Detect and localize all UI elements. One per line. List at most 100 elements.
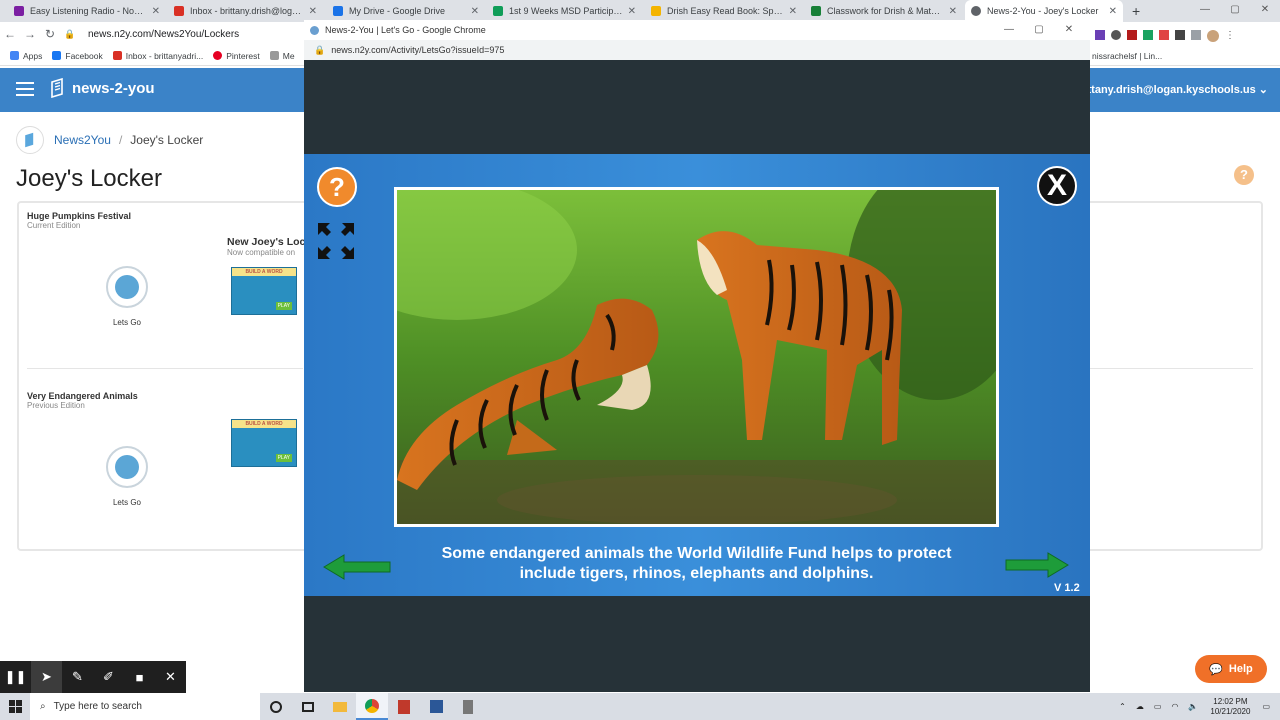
forward-icon[interactable]: → xyxy=(20,27,40,41)
locker-icon xyxy=(115,275,139,299)
task-view-icon[interactable] xyxy=(292,693,324,720)
bookmark-apps[interactable]: Apps xyxy=(10,51,42,61)
highlighter-icon[interactable]: ✐ xyxy=(93,661,124,693)
close-icon[interactable]: ✕ xyxy=(471,6,479,17)
tab-favicon xyxy=(14,6,24,16)
browser-tab-bar: Easy Listening Radio - Now Playi✕ Inbox … xyxy=(0,0,1280,22)
bookmark-linkedin[interactable]: nissrachelsf | Lin... xyxy=(1092,51,1162,61)
edition-subtitle: Current Edition xyxy=(27,221,81,230)
question-help-button[interactable]: ? xyxy=(317,167,357,207)
app-icon[interactable] xyxy=(452,693,484,720)
maximize-icon[interactable]: ▢ xyxy=(1024,20,1054,40)
pen-icon[interactable]: ✎ xyxy=(62,661,93,693)
app-icon[interactable] xyxy=(388,693,420,720)
puzzle-icon[interactable] xyxy=(1175,30,1185,40)
close-icon[interactable]: ✕ xyxy=(152,6,160,17)
extension-icon[interactable] xyxy=(1127,30,1137,40)
site-logo[interactable]: news-2-you xyxy=(50,78,155,98)
clock[interactable]: 12:02 PM 10/21/2020 xyxy=(1210,697,1250,717)
sheets-icon xyxy=(493,6,503,16)
hamburger-menu-icon[interactable] xyxy=(16,82,34,96)
lock-icon: 🔒 xyxy=(314,44,326,55)
onedrive-icon[interactable]: ☁ xyxy=(1136,702,1144,711)
news2you-favicon xyxy=(310,25,319,35)
version-label: V 1.2 xyxy=(1054,582,1080,594)
close-window-icon[interactable]: ✕ xyxy=(1054,20,1084,40)
camera-icon[interactable]: ■ xyxy=(124,661,155,693)
edition-previous: Very Endangered Animals Previous Edition xyxy=(27,391,138,410)
tab-news2you-locker[interactable]: News-2-You - Joey's Locker ✕ xyxy=(965,0,1123,22)
battery-icon[interactable]: ▭ xyxy=(1154,702,1162,711)
build-a-word-game[interactable]: BUILD A WORD PLAY xyxy=(231,419,297,467)
help-chat-button[interactable]: 💬 Help xyxy=(1195,655,1267,683)
pointer-icon[interactable]: ➤ xyxy=(31,661,62,693)
bookmark-pinterest[interactable]: Pinterest xyxy=(213,51,260,61)
cortana-icon[interactable] xyxy=(260,693,292,720)
extension-icon[interactable] xyxy=(1095,30,1105,40)
user-menu[interactable]: brittany.drish@logan.kyschools.us ⌄ xyxy=(1073,83,1268,96)
popup-url-bar: 🔒 news.n2y.com/Activity/LetsGo?issueId=97… xyxy=(304,40,1090,60)
notification-icon[interactable]: ▭ xyxy=(1262,702,1270,711)
pause-icon[interactable]: ❚❚ xyxy=(0,661,31,693)
popup-title-bar: News-2-You | Let's Go - Google Chrome xyxy=(304,20,1090,40)
close-icon[interactable]: ✕ xyxy=(155,661,186,693)
extension-icon[interactable] xyxy=(1159,30,1169,40)
bookmark-inbox[interactable]: Inbox - brittanyadri... xyxy=(112,51,203,61)
bookmark-facebook[interactable]: Facebook xyxy=(52,51,103,61)
breadcrumb-link-news2you[interactable]: News2You xyxy=(54,133,111,147)
extension-icon[interactable] xyxy=(1143,30,1153,40)
next-arrow-icon[interactable] xyxy=(1004,552,1070,578)
menu-dots-icon[interactable]: ⋮ xyxy=(1225,30,1235,42)
classroom-icon xyxy=(811,6,821,16)
locker-promo: New Joey's Loc Now compatible on xyxy=(227,236,305,257)
back-icon[interactable]: ← xyxy=(0,27,20,41)
breadcrumb-separator: / xyxy=(118,133,123,147)
tab-google-drive[interactable]: My Drive - Google Drive ✕ xyxy=(327,0,485,22)
close-icon[interactable]: ✕ xyxy=(1109,6,1117,17)
lets-go-button[interactable] xyxy=(106,446,148,488)
close-window-icon[interactable]: ✕ xyxy=(1250,0,1280,22)
volume-icon[interactable]: 🔈 xyxy=(1188,702,1198,711)
reload-icon[interactable]: ↻ xyxy=(40,27,60,41)
build-a-word-game[interactable]: BUILD A WORD PLAY xyxy=(231,267,297,315)
avatar[interactable] xyxy=(1207,30,1219,42)
close-icon[interactable]: ✕ xyxy=(949,6,957,17)
pinterest-icon xyxy=(213,51,223,60)
lock-icon: 🔒 xyxy=(64,28,76,39)
edition-title: Huge Pumpkins Festival xyxy=(27,211,132,221)
tigers-photo xyxy=(394,187,999,527)
tab-easy-read-book[interactable]: Drish Easy Read Book: Sports in M✕ xyxy=(645,0,803,22)
minimize-icon[interactable]: — xyxy=(1190,0,1220,22)
gmail-icon xyxy=(112,51,122,60)
tab-gmail-inbox[interactable]: Inbox - brittany.drish@logan.kys✕ xyxy=(168,0,323,22)
maximize-icon[interactable]: ▢ xyxy=(1220,0,1250,22)
new-tab-button[interactable]: + xyxy=(1126,0,1146,22)
tigers-image xyxy=(397,190,996,524)
file-explorer-icon[interactable] xyxy=(324,693,356,720)
windows-start-icon[interactable] xyxy=(0,693,30,720)
extension-icons: ⋮ xyxy=(1095,30,1235,42)
url-field[interactable]: news.n2y.com/News2You/Lockers xyxy=(88,29,303,40)
tab-classwork[interactable]: Classwork for Drish & Mathews M✕ xyxy=(805,0,963,22)
slides-icon xyxy=(651,6,661,16)
tab-easy-listening[interactable]: Easy Listening Radio - Now Playi✕ xyxy=(8,0,166,22)
minimize-icon[interactable]: — xyxy=(994,20,1024,40)
taskbar-search-input[interactable]: ⌕ Type here to search xyxy=(30,693,260,720)
close-activity-button[interactable]: X xyxy=(1037,166,1077,206)
wifi-icon[interactable]: ◠ xyxy=(1171,702,1178,711)
close-icon[interactable]: ✕ xyxy=(628,6,636,17)
apps-icon xyxy=(10,51,19,60)
chevron-up-icon[interactable]: ⌃ xyxy=(1119,702,1126,711)
extension-icon[interactable] xyxy=(1191,30,1201,40)
fullscreen-icon[interactable] xyxy=(316,221,356,261)
tab-participation-sheet[interactable]: 1st 9 Weeks MSD Participation Lo✕ xyxy=(487,0,642,22)
previous-arrow-icon[interactable] xyxy=(322,554,392,580)
lets-go-button[interactable] xyxy=(106,266,148,308)
extension-icon[interactable] xyxy=(1111,30,1121,40)
close-icon[interactable]: ✕ xyxy=(789,6,797,17)
bookmark-me[interactable]: Me xyxy=(269,51,295,61)
help-question-icon[interactable]: ? xyxy=(1234,165,1254,185)
word-icon[interactable] xyxy=(420,693,452,720)
chrome-icon[interactable] xyxy=(356,693,388,720)
close-icon[interactable]: ✕ xyxy=(309,6,317,17)
